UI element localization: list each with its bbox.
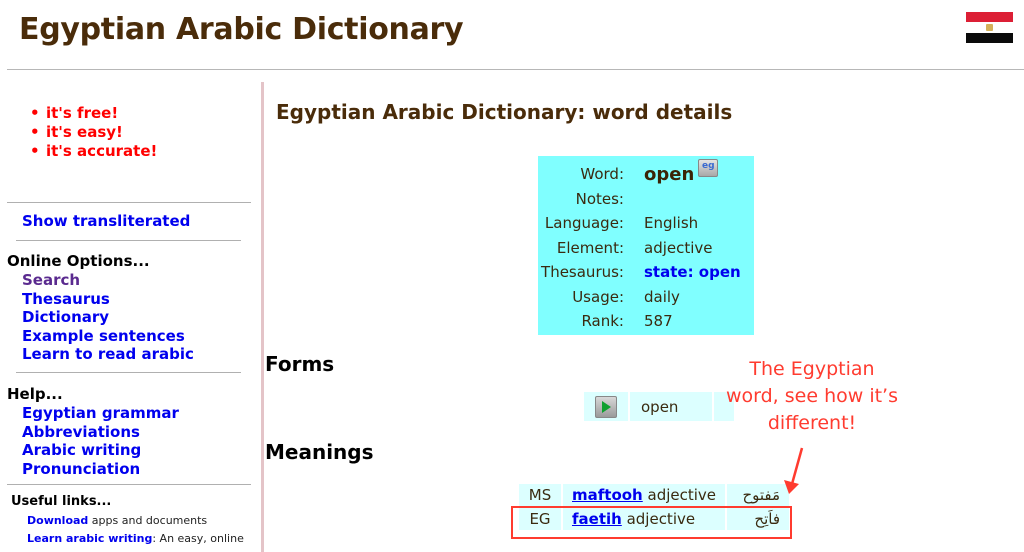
language-value: English	[644, 214, 699, 233]
egypt-flag-icon	[966, 12, 1013, 45]
arrow-head	[784, 480, 799, 494]
online-options-title: Online Options...	[7, 252, 150, 270]
form-text: open	[641, 397, 679, 416]
detail-row-language: Language: English	[538, 211, 754, 236]
detail-row-thesaurus: Thesaurus: state: open	[538, 260, 754, 285]
useful-link-item: Learn arabic writing: An easy, online	[27, 532, 244, 545]
promo-list: it's free! it's easy! it's accurate!	[28, 104, 157, 161]
sidebar-item-abbreviations[interactable]: Abbreviations	[22, 423, 140, 441]
word-details-table: Word: open eg Notes: Language: English El…	[538, 158, 754, 334]
sidebar-divider	[7, 484, 251, 485]
sidebar-divider	[16, 372, 241, 373]
thesaurus-label: Thesaurus:	[541, 263, 624, 282]
promo-item: it's easy!	[28, 123, 157, 142]
word-value: open	[644, 163, 695, 185]
meaning-row: MS maftooh adjective مَفتوح	[519, 484, 790, 506]
detail-row-rank: Rank: 587	[538, 309, 754, 334]
arrow-shaft	[790, 447, 804, 485]
word-label: Word:	[580, 165, 624, 184]
word-details-box: Word: open eg Notes: Language: English El…	[538, 156, 754, 335]
element-value: adjective	[644, 238, 713, 257]
usage-label: Usage:	[572, 287, 624, 306]
annotation-text: The Egyptian word, see how it’s differen…	[725, 358, 898, 434]
form-row: open	[584, 392, 735, 421]
flag-white-stripe	[966, 22, 1013, 33]
learn-arabic-writing-link[interactable]: Learn arabic writing	[27, 532, 152, 545]
flag-red-stripe	[966, 12, 1013, 22]
eagle-icon	[986, 24, 993, 31]
useful-links-title: Useful links...	[11, 494, 112, 509]
usage-value: daily	[644, 287, 680, 306]
eg-button[interactable]: eg	[698, 158, 719, 177]
page-title: Egyptian Arabic Dictionary: word details	[276, 100, 733, 124]
sidebar-item-arabic-writing[interactable]: Arabic writing	[22, 441, 141, 459]
sidebar-item-egyptian-grammar[interactable]: Egyptian grammar	[22, 404, 179, 422]
sidebar-item-example-sentences[interactable]: Example sentences	[22, 327, 185, 345]
detail-row-notes: Notes:	[538, 187, 754, 212]
help-list: Egyptian grammar Abbreviations Arabic wr…	[22, 404, 179, 478]
sidebar-item-pronunciation[interactable]: Pronunciation	[22, 460, 140, 478]
meaning-dialect-code: MS	[519, 484, 561, 506]
notes-label: Notes:	[575, 189, 624, 208]
annotation-arrow-icon	[784, 447, 804, 494]
detail-row-word: Word: open eg	[538, 158, 754, 187]
useful-link-description: apps and documents	[88, 514, 208, 527]
forms-heading: Forms	[265, 352, 335, 376]
annotation-highlight-box	[511, 506, 792, 539]
sidebar-item-dictionary[interactable]: Dictionary	[22, 308, 109, 326]
sidebar-item-learn-to-read-arabic[interactable]: Learn to read arabic	[22, 345, 194, 363]
play-cell	[584, 392, 628, 421]
detail-row-element: Element: adjective	[538, 236, 754, 261]
sidebar-border	[261, 82, 264, 552]
header-divider	[7, 69, 1024, 70]
site-title: Egyptian Arabic Dictionary	[19, 12, 464, 47]
play-audio-icon[interactable]	[595, 395, 617, 418]
sidebar-divider	[7, 202, 251, 203]
rank-label: Rank:	[581, 312, 624, 331]
notes-value	[644, 187, 754, 212]
meanings-heading: Meanings	[265, 440, 374, 464]
promo-item: it's accurate!	[28, 142, 157, 161]
element-label: Element:	[556, 238, 624, 257]
flag-black-stripe	[966, 33, 1013, 43]
help-title: Help...	[7, 385, 63, 403]
show-transliterated-link[interactable]: Show transliterated	[22, 212, 190, 230]
detail-row-usage: Usage: daily	[538, 285, 754, 310]
promo-item: it's free!	[28, 104, 157, 123]
useful-link-description: : An easy, online	[152, 532, 244, 545]
sidebar-item-thesaurus[interactable]: Thesaurus	[22, 290, 110, 308]
online-options-list: Search Thesaurus Dictionary Example sent…	[22, 271, 194, 364]
meaning-translit-link[interactable]: maftooh	[572, 486, 643, 504]
sidebar-item-search[interactable]: Search	[22, 271, 80, 289]
useful-link-item: Download apps and documents	[27, 514, 207, 527]
language-label: Language:	[544, 214, 624, 233]
download-link[interactable]: Download	[27, 514, 88, 527]
meaning-pos: adjective	[642, 486, 717, 504]
sidebar-divider	[16, 240, 241, 241]
thesaurus-link[interactable]: state: open	[644, 263, 741, 281]
rank-value: 587	[644, 312, 673, 331]
